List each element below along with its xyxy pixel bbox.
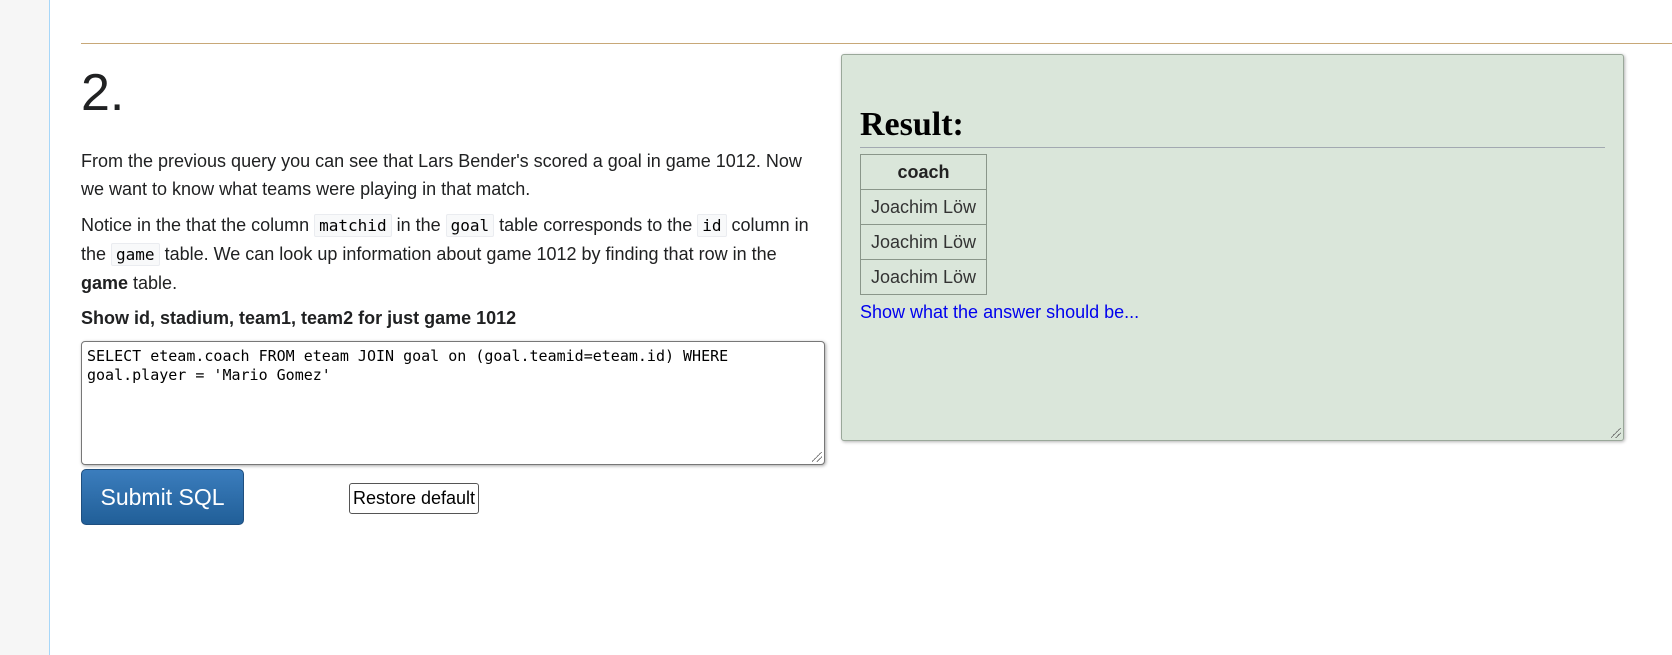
code-id: id [697,214,727,237]
sql-editor[interactable]: SELECT eteam.coach FROM eteam JOIN goal … [81,341,825,465]
notice-text: table corresponds to the [494,215,698,235]
section-divider [81,43,1672,44]
table-row: Joachim Löw [860,224,987,260]
result-panel: Result: coach Joachim Löw Joachim Löw Jo… [841,54,1624,441]
submit-sql-button[interactable]: Submit SQL [81,469,244,525]
result-table: coach Joachim Löw Joachim Löw Joachim Lö… [860,154,987,295]
table-row: Joachim Löw [860,259,987,295]
question-intro: From the previous query you can see that… [81,151,802,199]
question-notice: Notice in the that the column matchid in… [81,211,821,297]
question-number: 2. [81,64,125,122]
code-game: game [111,243,160,266]
table-cell: Joachim Löw [860,189,987,225]
resize-handle-icon[interactable] [812,452,822,462]
code-matchid: matchid [314,214,392,237]
column-header-coach: coach [860,154,987,190]
sql-text[interactable]: SELECT eteam.coach FROM eteam JOIN goal … [87,347,737,384]
notice-text: Notice in the that the column [81,215,315,235]
show-answer-link[interactable]: Show what the answer should be... [860,302,1139,323]
result-title: Result: [860,105,1605,148]
notice-text: in the [391,215,446,235]
table-cell: Joachim Löw [860,224,987,260]
resize-handle-icon[interactable] [1611,428,1621,438]
table-cell: Joachim Löw [860,259,987,295]
task-instruction: Show id, stadium, team1, team2 for just … [81,308,517,328]
table-row: Joachim Löw [860,189,987,225]
notice-text: table. [128,273,178,293]
left-gutter [0,0,50,655]
notice-text: table. We can look up information about … [159,244,777,264]
restore-default-button[interactable]: Restore default [349,483,479,514]
table-header-row: coach [860,154,987,190]
bold-game: game [81,273,129,293]
code-goal: goal [445,214,495,237]
